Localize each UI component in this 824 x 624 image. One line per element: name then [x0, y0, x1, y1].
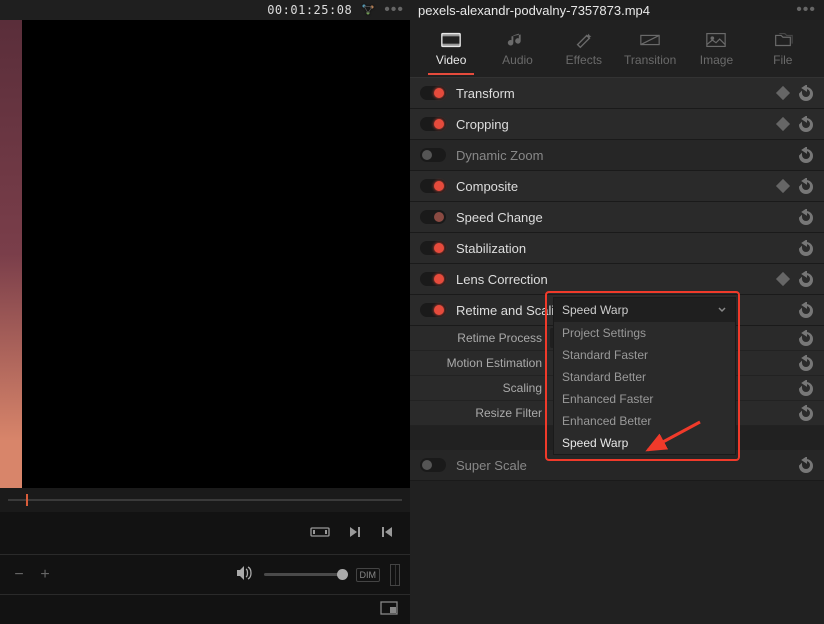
timeline-scrubber[interactable] — [0, 488, 410, 512]
video-preview — [0, 20, 410, 488]
tab-label: Audio — [502, 53, 533, 67]
option-enhanced-faster[interactable]: Enhanced Faster — [554, 388, 735, 410]
keyframe-icon[interactable] — [776, 117, 790, 131]
timecode-display: 00:01:25:08 — [267, 3, 352, 17]
reset-icon[interactable] — [798, 116, 814, 132]
auto-color-icon[interactable] — [360, 2, 376, 18]
zoom-out-icon[interactable]: − — [10, 566, 28, 584]
reset-icon[interactable] — [798, 405, 814, 421]
tab-label: Effects — [566, 53, 602, 67]
dim-button[interactable]: DIM — [356, 568, 381, 582]
tab-audio[interactable]: Audio — [484, 31, 550, 67]
reset-icon[interactable] — [798, 302, 814, 318]
keyframe-icon[interactable] — [776, 272, 790, 286]
option-standard-faster[interactable]: Standard Faster — [554, 344, 735, 366]
reset-icon[interactable] — [798, 380, 814, 396]
option-standard-better[interactable]: Standard Better — [554, 366, 735, 388]
fullscreen-icon[interactable] — [380, 601, 398, 618]
tab-file[interactable]: File — [750, 31, 816, 67]
reset-icon[interactable] — [798, 355, 814, 371]
section-cropping[interactable]: Cropping — [410, 109, 824, 140]
zoom-in-icon[interactable]: + — [36, 566, 54, 584]
reset-icon[interactable] — [798, 147, 814, 163]
toggle-dynamic-zoom[interactable] — [420, 148, 446, 162]
section-stabilization[interactable]: Stabilization — [410, 233, 824, 264]
tab-label: File — [773, 53, 792, 67]
section-transform[interactable]: Transform — [410, 78, 824, 109]
keyframe-icon[interactable] — [776, 86, 790, 100]
reset-icon[interactable] — [798, 240, 814, 256]
option-enhanced-better[interactable]: Enhanced Better — [554, 410, 735, 432]
tab-transition[interactable]: Transition — [617, 31, 683, 67]
next-frame-icon[interactable] — [348, 525, 362, 542]
tab-label: Video — [436, 53, 466, 67]
audio-meter — [390, 564, 400, 586]
reset-icon[interactable] — [798, 330, 814, 346]
volume-slider[interactable] — [264, 573, 346, 576]
toggle-cropping[interactable] — [420, 117, 446, 131]
reset-icon[interactable] — [798, 209, 814, 225]
section-dynamic-zoom[interactable]: Dynamic Zoom — [410, 140, 824, 171]
reset-icon[interactable] — [798, 178, 814, 194]
clip-filename: pexels-alexandr-podvalny-7357873.mp4 — [418, 3, 650, 18]
toggle-composite[interactable] — [420, 179, 446, 193]
motion-estimation-dropdown: Speed Warp Project Settings Standard Fas… — [553, 297, 736, 455]
toggle-transform[interactable] — [420, 86, 446, 100]
toggle-super-scale[interactable] — [420, 458, 446, 472]
tab-effects[interactable]: Effects — [551, 31, 617, 67]
tab-label: Transition — [624, 53, 676, 67]
toggle-retime-scaling[interactable] — [420, 303, 446, 317]
inspector-tabs: Video Audio Effects Transition Image Fil… — [410, 20, 824, 78]
reset-icon[interactable] — [798, 271, 814, 287]
tab-label: Image — [700, 53, 733, 67]
option-project-settings[interactable]: Project Settings — [554, 322, 735, 344]
option-speed-warp[interactable]: Speed Warp — [554, 432, 735, 454]
reset-icon[interactable] — [798, 85, 814, 101]
loop-icon[interactable] — [310, 525, 330, 542]
section-lens-correction[interactable]: Lens Correction — [410, 264, 824, 295]
toggle-stabilization[interactable] — [420, 241, 446, 255]
section-speed-change[interactable]: Speed Change — [410, 202, 824, 233]
keyframe-icon[interactable] — [776, 179, 790, 193]
tab-video[interactable]: Video — [418, 31, 484, 67]
chevron-down-icon — [717, 305, 727, 315]
reset-icon[interactable] — [798, 457, 814, 473]
speaker-icon[interactable] — [236, 565, 254, 584]
more-icon[interactable]: ••• — [384, 2, 404, 18]
motion-estimation-select[interactable]: Speed Warp — [554, 298, 735, 322]
inspector-more-icon[interactable]: ••• — [796, 2, 816, 18]
tab-image[interactable]: Image — [683, 31, 749, 67]
toggle-speed-change[interactable] — [420, 210, 446, 224]
section-composite[interactable]: Composite — [410, 171, 824, 202]
toggle-lens-correction[interactable] — [420, 272, 446, 286]
prev-frame-icon[interactable] — [380, 525, 394, 542]
